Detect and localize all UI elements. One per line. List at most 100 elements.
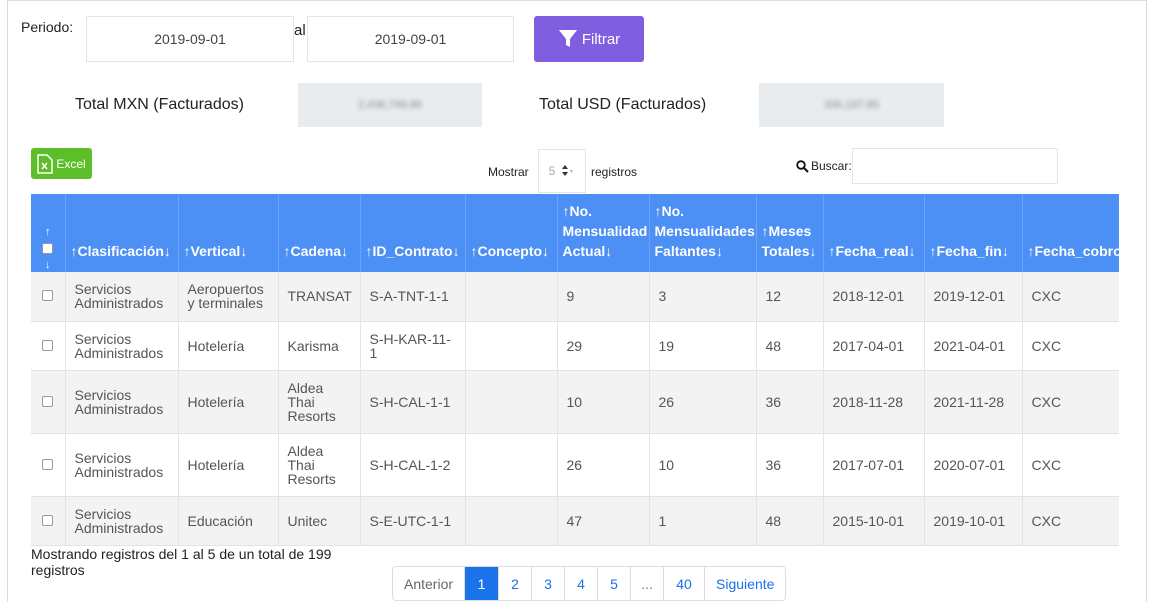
cell-fecha-fin: 2021-04-01 — [924, 321, 1023, 371]
cell-mensualidades-faltantes: 26 — [649, 370, 757, 434]
cell-mensualidad-actual: 26 — [557, 433, 650, 497]
cell-clasificacion: Servicios Administrados — [65, 321, 179, 371]
sort-down-icon: ↓ — [45, 259, 51, 271]
select-arrows-icon — [562, 165, 574, 176]
column-header-label: ↑No. — [562, 203, 593, 219]
search-input[interactable] — [852, 148, 1058, 184]
cell-cadena: Unitec — [278, 496, 361, 546]
pagination-page-button[interactable]: 2 — [499, 567, 533, 600]
pagination: Anterior 1 2 3 4 5... 40 Siguiente — [392, 566, 787, 601]
pagination-prev-button[interactable]: Anterior — [393, 567, 466, 600]
filter-button[interactable]: Filtrar — [534, 16, 644, 62]
column-header-label: ↑No. — [654, 203, 685, 219]
column-header-label: ↑Cadena↓ — [283, 243, 349, 259]
sort-up-icon: ↑ — [45, 226, 51, 238]
row-checkbox[interactable] — [42, 514, 54, 526]
date-to-input[interactable]: 2019-09-01 — [307, 16, 514, 62]
column-header[interactable]: ↑ID_Contrato↓ — [360, 194, 466, 272]
cell-mensualidades-faltantes: 1 — [649, 496, 757, 546]
cell-cadena: Karisma — [278, 321, 361, 371]
cell-mensualidad-actual: 9 — [557, 272, 650, 322]
filter-icon — [558, 30, 577, 47]
column-header[interactable]: ↑No. Mensualidades Faltantes↓ — [649, 194, 757, 272]
table-row[interactable]: Servicios Administrados Hotelería Aldea Th… — [31, 370, 1119, 434]
table-row[interactable]: Servicios Administrados Educación Unitec S-… — [31, 496, 1119, 546]
cell-vertical: Hotelería — [178, 433, 279, 497]
column-header[interactable]: ↑Fecha_real↓ — [823, 194, 925, 272]
column-header-label: Actual↓ — [562, 243, 613, 259]
page-size-select[interactable]: 5 — [538, 149, 586, 193]
row-select-cell — [31, 321, 66, 371]
column-header[interactable]: ↑Vertical↓ — [178, 194, 279, 272]
search-label: Buscar: — [811, 159, 852, 173]
table-row[interactable]: Servicios Administrados Hotelería Aldea Th… — [31, 433, 1119, 497]
column-header[interactable]: ↑Clasificación↓ — [65, 194, 179, 272]
row-checkbox[interactable] — [42, 290, 54, 302]
pagination-page-button[interactable]: 5 — [598, 567, 632, 600]
table-row[interactable]: Servicios Administrados Aeropuertos y ter… — [31, 272, 1119, 322]
cell-mensualidad-actual: 47 — [557, 496, 650, 546]
pagination-page-button[interactable]: 3 — [532, 567, 566, 600]
column-header-label: Totales↓ — [761, 243, 817, 259]
filter-button-label: Filtrar — [581, 30, 621, 48]
date-from-input[interactable]: 2019-09-01 — [86, 16, 294, 62]
pagination-page-button[interactable]: 1 — [465, 567, 500, 600]
column-header[interactable]: ↑No. Mensualidad Actual↓ — [557, 194, 650, 272]
cell-fecha-fin: 2019-10-01 — [924, 496, 1023, 546]
column-header-label: ↑Clasificación↓ — [70, 243, 171, 259]
column-header[interactable]: ↑Fecha_cobro↓ — [1022, 194, 1119, 272]
select-all-header[interactable]: ↑ ↓ — [31, 194, 66, 272]
row-checkbox[interactable] — [42, 458, 54, 470]
cell-clasificacion: Servicios Administrados — [65, 370, 179, 434]
column-header-label: ↑Vertical↓ — [183, 243, 248, 259]
cell-meses-totales: 12 — [756, 272, 824, 322]
cell-concepto — [465, 272, 558, 322]
cell-mensualidades-faltantes: 19 — [649, 321, 757, 371]
column-header[interactable]: ↑Concepto↓ — [465, 194, 558, 272]
row-checkbox[interactable] — [42, 339, 54, 351]
cell-clasificacion: Servicios Administrados — [65, 496, 179, 546]
table-row[interactable]: Servicios Administrados Hotelería Karisma S… — [31, 321, 1119, 371]
cell-mensualidad-actual: 10 — [557, 370, 650, 434]
mostrar-label: Mostrar — [488, 165, 529, 179]
cell-cadena: TRANSAT — [278, 272, 361, 322]
search-icon — [796, 159, 809, 173]
column-header-label: ↑Meses — [761, 223, 812, 239]
column-header-label: Mensualidad — [562, 223, 648, 239]
cell-fecha-cobro: CXC — [1022, 272, 1119, 322]
cell-meses-totales: 36 — [756, 370, 824, 434]
pagination-page-button[interactable]: 40 — [664, 567, 706, 600]
total-usd-label: Total USD (Facturados) — [539, 96, 707, 113]
total-mxn-label: Total MXN (Facturados) — [75, 96, 244, 113]
table-header-row: ↑ ↓ ↑Clasificación↓ ↑Vertical↓ ↑Cadena↓ ↑ID… — [31, 194, 1119, 272]
excel-export-button[interactable]: Excel — [31, 148, 92, 179]
row-select-cell — [31, 370, 66, 434]
cell-cadena: Aldea Thai Resorts — [278, 370, 361, 434]
column-header[interactable]: ↑Fecha_fin↓ — [924, 194, 1023, 272]
cell-meses-totales: 36 — [756, 433, 824, 497]
excel-file-icon — [37, 153, 54, 174]
periodo-label: Periodo: — [21, 19, 74, 35]
column-header[interactable]: ↑Meses Totales↓ — [756, 194, 824, 272]
total-usd-value: 330,197.85 — [823, 99, 880, 111]
cell-fecha-cobro: CXC — [1022, 370, 1119, 434]
row-checkbox[interactable] — [42, 395, 54, 407]
cell-mensualidad-actual: 29 — [557, 321, 650, 371]
cell-clasificacion: Servicios Administrados — [65, 433, 179, 497]
column-header-label: ↑Fecha_cobro↓ — [1027, 243, 1120, 259]
pagination-page-button[interactable]: 4 — [565, 567, 599, 600]
column-header-label: ↑ID_Contrato↓ — [365, 243, 460, 259]
contracts-table-wrapper: ↑ ↓ ↑Clasificación↓ ↑Vertical↓ ↑Cadena↓ ↑ID… — [31, 194, 1119, 546]
total-usd-field: 330,197.85 — [759, 83, 944, 127]
pagination-ellipsis[interactable]: ... — [631, 567, 665, 600]
cell-vertical: Hotelería — [178, 321, 279, 371]
registros-label: registros — [591, 165, 638, 179]
select-all-checkbox[interactable] — [42, 243, 54, 254]
cell-clasificacion: Servicios Administrados — [65, 272, 179, 322]
column-header[interactable]: ↑Cadena↓ — [278, 194, 361, 272]
cell-fecha-cobro: CXC — [1022, 433, 1119, 497]
cell-fecha-real: 2018-11-28 — [823, 370, 925, 434]
cell-id-contrato: S-H-CAL-1-1 — [360, 370, 466, 434]
pagination-next-button[interactable]: Siguiente — [705, 567, 786, 600]
page-size-value: 5 — [548, 164, 556, 178]
